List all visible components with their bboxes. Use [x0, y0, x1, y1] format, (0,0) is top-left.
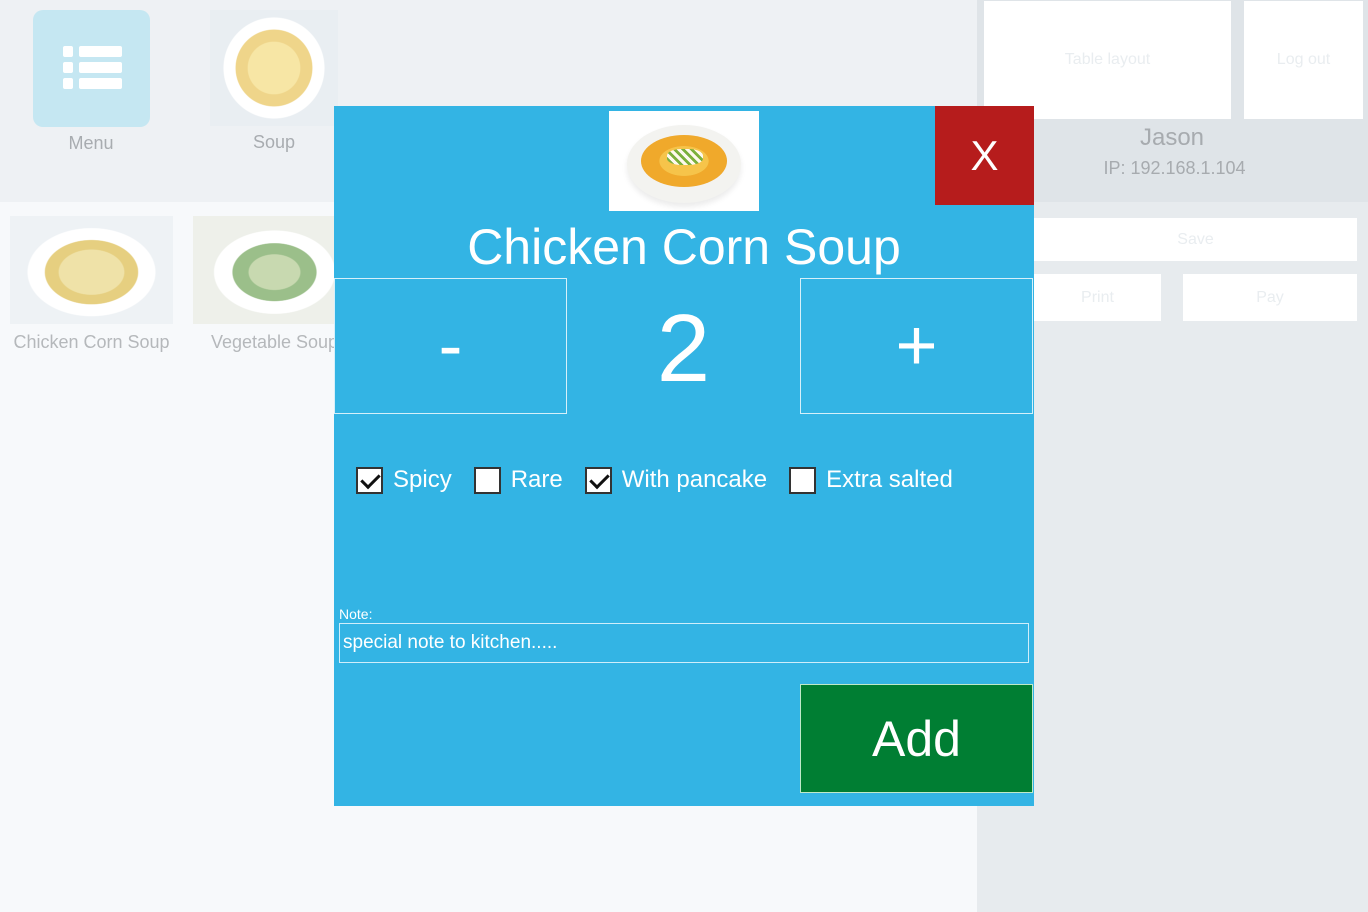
item-chicken-corn-soup[interactable]: Chicken Corn Soup	[10, 216, 173, 353]
user-ip: IP: 192.168.1.104	[1103, 158, 1246, 178]
checkbox-with-pancake[interactable]	[584, 466, 612, 494]
option-with-pancake[interactable]: With pancake	[584, 466, 768, 494]
item-label: Chicken Corn Soup	[13, 332, 170, 352]
checkbox-rare[interactable]	[473, 466, 501, 494]
table-layout-button[interactable]: Table layout	[984, 1, 1231, 119]
quantity-value: 2	[656, 295, 711, 402]
note-label: Note:	[339, 606, 373, 622]
option-rare[interactable]: Rare	[473, 466, 563, 494]
logout-button[interactable]: Log out	[1244, 1, 1363, 119]
order-panel: Table layout Log out Jason IP: 192.168.1…	[977, 0, 1368, 912]
checkbox-extra-salted[interactable]	[789, 466, 817, 494]
dialog-title: Chicken Corn Soup	[467, 219, 901, 275]
soup-image	[210, 10, 338, 126]
options-list: Spicy Rare With pancake Extra salted	[356, 466, 953, 494]
increase-quantity-button[interactable]: +	[800, 278, 1033, 414]
category-soup[interactable]: Soup	[209, 10, 339, 153]
order-panel-header: Table layout Log out Jason IP: 192.168.1…	[977, 0, 1368, 202]
option-label: Extra salted	[826, 466, 953, 493]
item-options-dialog: X Chicken Corn Soup - 2 + Spicy Rare Wit…	[334, 106, 1034, 806]
item-label: Vegetable Soup	[210, 332, 339, 352]
add-button[interactable]: Add	[800, 684, 1033, 793]
checkbox-spicy[interactable]	[356, 466, 383, 494]
option-label: Rare	[510, 466, 563, 493]
option-label: Spicy	[393, 466, 452, 493]
category-label: Menu	[68, 133, 114, 153]
print-button[interactable]: Print	[1034, 274, 1161, 321]
list-icon	[32, 10, 150, 127]
dish-image	[609, 111, 759, 211]
item-vegetable-soup[interactable]: Vegetable Soup	[193, 216, 356, 353]
category-label: Soup	[252, 132, 296, 152]
option-spicy[interactable]: Spicy	[356, 466, 452, 494]
user-name: Jason	[1139, 124, 1205, 151]
note-input[interactable]	[339, 623, 1029, 663]
decrease-quantity-button[interactable]: -	[334, 278, 567, 414]
pay-button[interactable]: Pay	[1183, 274, 1357, 321]
close-button[interactable]: X	[935, 106, 1034, 205]
dish-image	[10, 216, 173, 324]
option-extra-salted[interactable]: Extra salted	[789, 466, 953, 494]
category-menu[interactable]: Menu	[26, 10, 156, 154]
option-label: With pancake	[621, 466, 768, 493]
save-button[interactable]: Save	[1034, 218, 1357, 261]
dish-image	[193, 216, 356, 324]
